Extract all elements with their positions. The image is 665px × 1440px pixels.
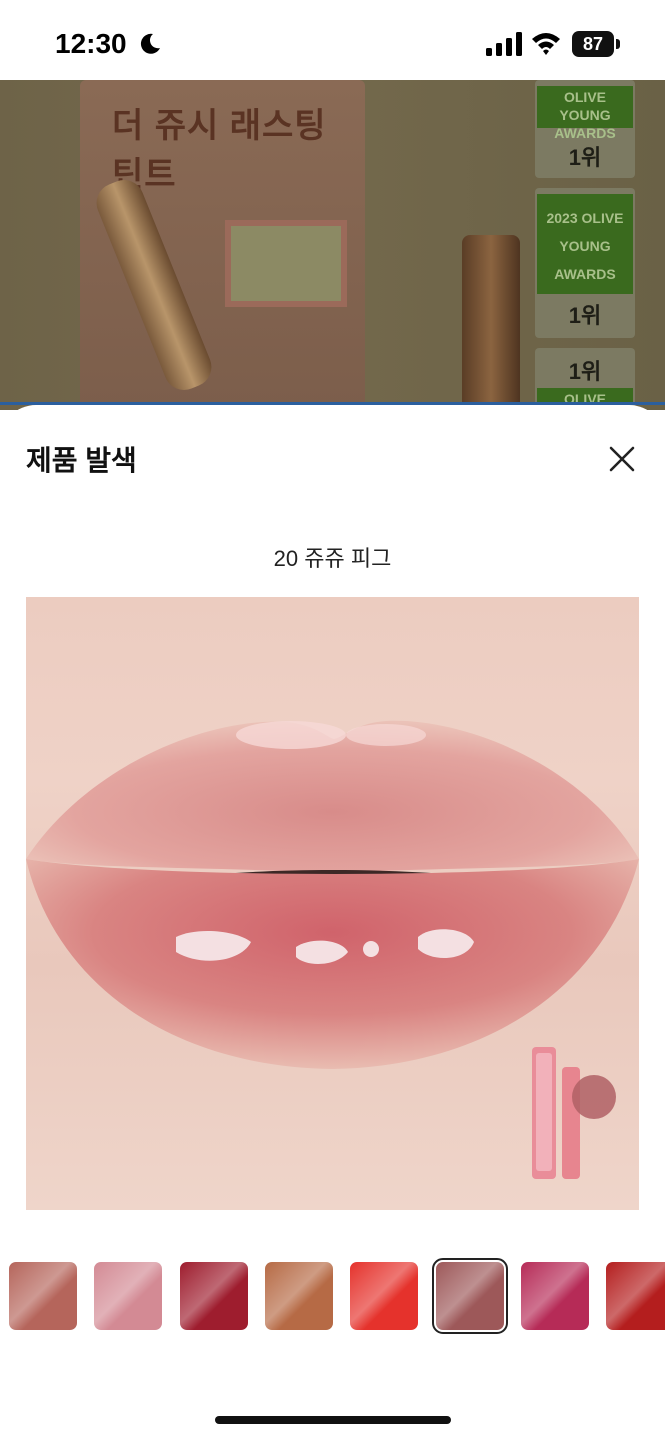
award-rank: 1위 — [568, 359, 602, 384]
battery-level: 87 — [572, 31, 614, 57]
award-rank: 1위 — [568, 145, 602, 170]
shade-thumbnail[interactable] — [180, 1262, 248, 1330]
award-label: 2023 OLIVE YOUNG AWARDS — [537, 194, 633, 294]
shade-name: 20 쥬쥬 피그 — [273, 546, 392, 571]
shade-thumbnail[interactable] — [350, 1262, 418, 1330]
award-label: OLIVE YOUNG AWARDS — [537, 86, 633, 141]
product-photo-card — [225, 220, 347, 307]
shade-thumbnail[interactable] — [521, 1262, 589, 1330]
shade-thumbnail[interactable] — [606, 1262, 665, 1330]
shade-thumbnail[interactable] — [265, 1262, 333, 1330]
award-badge: 2023 OLIVE YOUNG AWARDS 1위 — [535, 188, 635, 338]
cellular-signal-icon — [486, 32, 522, 56]
shade-thumbnail[interactable] — [432, 1258, 508, 1334]
lip-swatch-image — [26, 597, 639, 1210]
shade-thumbnail[interactable] — [94, 1262, 162, 1330]
battery-icon: 87 — [572, 31, 620, 57]
shade-thumbnail[interactable] — [9, 1262, 77, 1330]
award-badge: 1위 OLIVE YOUNG — [535, 348, 635, 410]
award-badge: OLIVE YOUNG AWARDS 1위 — [535, 80, 635, 178]
product-box-title: 더 쥬시 래스팅 틴트 — [112, 107, 327, 194]
status-bar: 12:30 87 — [0, 0, 665, 80]
color-swatch-sheet: 제품 발색 20 쥬쥬 피그 — [0, 405, 665, 1440]
home-indicator — [215, 1416, 451, 1424]
close-icon[interactable] — [604, 441, 640, 477]
product-tube-secondary — [462, 235, 520, 410]
shade-thumbnail-list — [0, 1258, 665, 1334]
product-hero-image: 더 쥬시 래스팅 틴트 OLIVE YOUNG AWARDS 1위 2023 O… — [0, 80, 665, 410]
award-rank: 1위 — [568, 303, 602, 328]
status-time: 12:30 — [55, 28, 127, 59]
sheet-title: 제품 발색 — [26, 445, 137, 476]
wifi-icon — [532, 33, 560, 55]
moon-icon — [140, 33, 160, 54]
